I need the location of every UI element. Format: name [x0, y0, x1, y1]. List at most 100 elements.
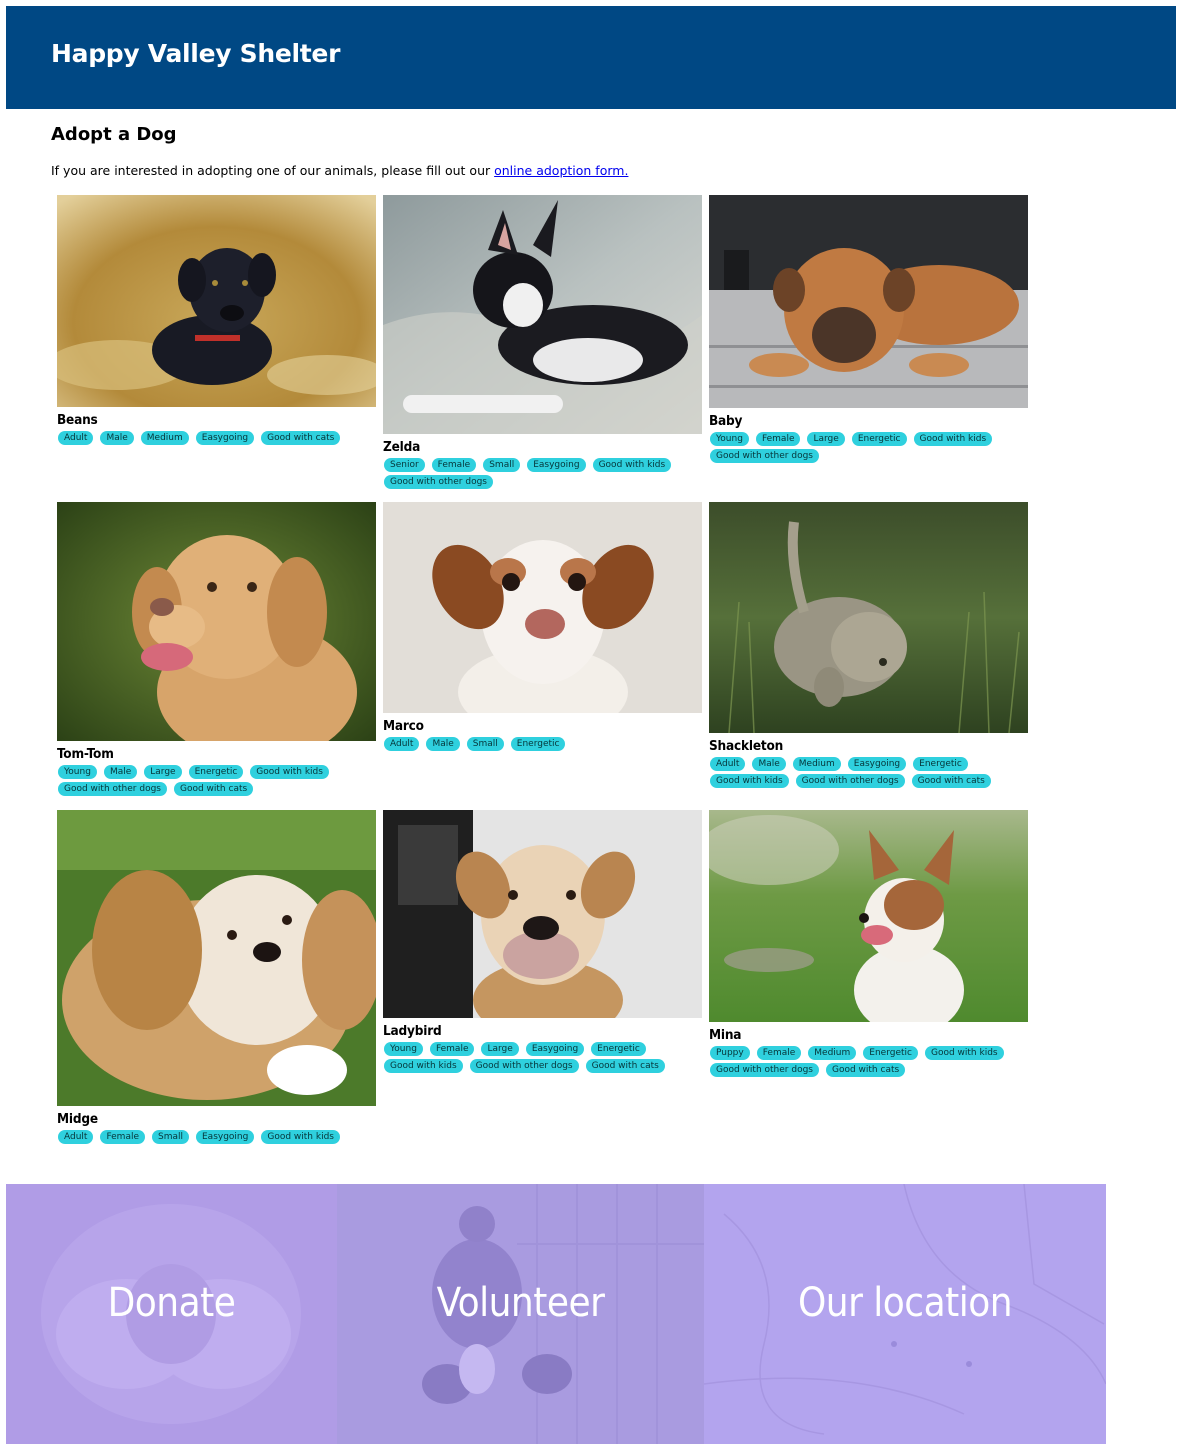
section-heading: Adopt a Dog: [51, 124, 177, 145]
tag-compat-kids: Good with kids: [261, 1130, 340, 1144]
tag-energy: Energetic: [913, 757, 968, 771]
tag-size: Small: [466, 737, 504, 751]
donate-panel[interactable]: Donate: [6, 1184, 337, 1444]
tag-temperament: Easygoing: [525, 1042, 585, 1056]
tag-temperament: Easygoing: [527, 458, 586, 472]
tag-compat-dogs: Good with other dogs: [710, 1063, 819, 1077]
dog-name: Ladybird: [383, 1023, 442, 1039]
tag-sex: Male: [103, 765, 138, 779]
dog-photo-baby[interactable]: [709, 195, 1028, 408]
tag-energy: Energetic: [591, 1042, 646, 1056]
tag-compat-kids: Good with kids: [710, 774, 789, 788]
dog-tags: Adult Male Small Energetic: [383, 737, 702, 751]
tag-age: Adult: [710, 757, 746, 771]
tag-compat-kids: Good with kids: [250, 765, 329, 779]
dog-photo-beans[interactable]: [57, 195, 376, 407]
dog-name: Zelda: [383, 439, 421, 455]
tag-age: Young: [384, 1042, 423, 1056]
location-panel[interactable]: Our location: [704, 1184, 1106, 1444]
dog-tags: Puppy Female Medium Energetic Good with …: [709, 1046, 1028, 1077]
tag-temperament: Easygoing: [196, 1130, 255, 1144]
tag-size: Medium: [808, 1046, 857, 1060]
dog-tags: Young Female Large Easygoing Energetic G…: [383, 1042, 702, 1073]
tag-size: Medium: [140, 431, 189, 445]
donate-label: Donate: [107, 1280, 236, 1326]
dog-photo-marco[interactable]: [383, 502, 702, 713]
tag-compat-kids: Good with kids: [924, 1046, 1004, 1060]
tag-compat-cats: Good with cats: [585, 1059, 665, 1073]
tag-compat-cats: Good with cats: [911, 774, 991, 788]
tag-compat-dogs: Good with other dogs: [469, 1059, 579, 1073]
tag-compat-cats: Good with cats: [261, 431, 341, 445]
dog-name: Marco: [383, 718, 424, 734]
dog-card-tom-tom[interactable]: Tom-Tom Young Male Large Energetic Good …: [57, 502, 376, 796]
site-header: Happy Valley Shelter: [6, 6, 1176, 109]
tag-sex: Female: [431, 458, 477, 472]
tag-sex: Female: [755, 432, 801, 446]
tag-compat-kids: Good with kids: [384, 1059, 463, 1073]
tag-size: Large: [481, 1042, 519, 1056]
tag-compat-dogs: Good with other dogs: [384, 475, 493, 489]
tag-size: Medium: [792, 757, 841, 771]
dog-card-marco[interactable]: Marco Adult Male Small Energetic: [383, 502, 702, 751]
dog-card-ladybird[interactable]: Ladybird Young Female Large Easygoing En…: [383, 810, 702, 1073]
tag-compat-kids: Good with kids: [592, 458, 672, 472]
dog-photo-ladybird[interactable]: [383, 810, 702, 1018]
dog-name: Baby: [709, 413, 743, 429]
tag-sex: Female: [100, 1130, 145, 1144]
tag-compat-cats: Good with cats: [825, 1063, 906, 1077]
tag-size: Large: [144, 765, 182, 779]
tag-age: Senior: [384, 458, 425, 472]
tag-sex: Female: [756, 1046, 802, 1060]
dog-tags: Adult Male Medium Easygoing Good with ca…: [57, 431, 376, 445]
dog-name: Midge: [57, 1111, 98, 1127]
tag-temperament: Energetic: [851, 432, 907, 446]
tag-compat-dogs: Good with other dogs: [795, 774, 905, 788]
location-label: Our location: [797, 1280, 1013, 1326]
volunteer-label: Volunteer: [436, 1280, 605, 1326]
dog-tags: Adult Female Small Easygoing Good with k…: [57, 1130, 376, 1144]
footer-links: Donate Volunteer Our location: [6, 1184, 1106, 1444]
tag-temperament: Easygoing: [195, 431, 255, 445]
dog-tags: Senior Female Small Easygoing Good with …: [383, 458, 702, 489]
tag-age: Adult: [58, 1130, 94, 1144]
dog-name: Mina: [709, 1027, 742, 1043]
tag-age: Young: [710, 432, 749, 446]
dog-card-zelda[interactable]: Zelda Senior Female Small Easygoing Good…: [383, 195, 702, 489]
tag-size: Small: [152, 1130, 189, 1144]
tag-temperament: Energetic: [510, 737, 566, 751]
tag-age: Adult: [58, 431, 94, 445]
tag-temperament: Energetic: [863, 1046, 918, 1060]
dog-photo-mina[interactable]: [709, 810, 1028, 1022]
volunteer-panel[interactable]: Volunteer: [337, 1184, 704, 1444]
dog-card-midge[interactable]: Midge Adult Female Small Easygoing Good …: [57, 810, 376, 1144]
tag-sex: Male: [100, 431, 134, 445]
dog-card-shackleton[interactable]: Shackleton Adult Male Medium Easygoing E…: [709, 502, 1028, 788]
intro-sentence: If you are interested in adopting one of…: [51, 163, 495, 178]
tag-compat-dogs: Good with other dogs: [710, 449, 819, 463]
dog-card-beans[interactable]: Beans Adult Male Medium Easygoing Good w…: [57, 195, 376, 445]
tag-sex: Male: [426, 737, 460, 751]
tag-size: Large: [807, 432, 845, 446]
tag-sex: Female: [429, 1042, 475, 1056]
tag-compat-dogs: Good with other dogs: [58, 782, 167, 796]
page: Happy Valley Shelter Adopt a Dog If you …: [6, 6, 1176, 1444]
dog-card-baby[interactable]: Baby Young Female Large Energetic Good w…: [709, 195, 1028, 463]
dog-tags: Young Male Large Energetic Good with kid…: [57, 765, 376, 796]
dog-name: Beans: [57, 412, 98, 428]
tag-sex: Male: [752, 757, 786, 771]
adoption-form-link[interactable]: online adoption form.: [494, 163, 628, 178]
tag-compat-kids: Good with kids: [913, 432, 993, 446]
tag-age: Adult: [384, 737, 420, 751]
dog-photo-zelda[interactable]: [383, 195, 702, 434]
intro-text: If you are interested in adopting one of…: [51, 163, 628, 178]
dog-photo-midge[interactable]: [57, 810, 376, 1106]
dog-tags: Adult Male Medium Easygoing Energetic Go…: [709, 757, 1028, 788]
tag-temperament: Energetic: [188, 765, 244, 779]
tag-size: Small: [483, 458, 521, 472]
dog-card-mina[interactable]: Mina Puppy Female Medium Energetic Good …: [709, 810, 1028, 1077]
site-title: Happy Valley Shelter: [51, 39, 341, 68]
tag-temperament: Easygoing: [847, 757, 907, 771]
dog-photo-tom-tom[interactable]: [57, 502, 376, 741]
dog-photo-shackleton[interactable]: [709, 502, 1028, 733]
